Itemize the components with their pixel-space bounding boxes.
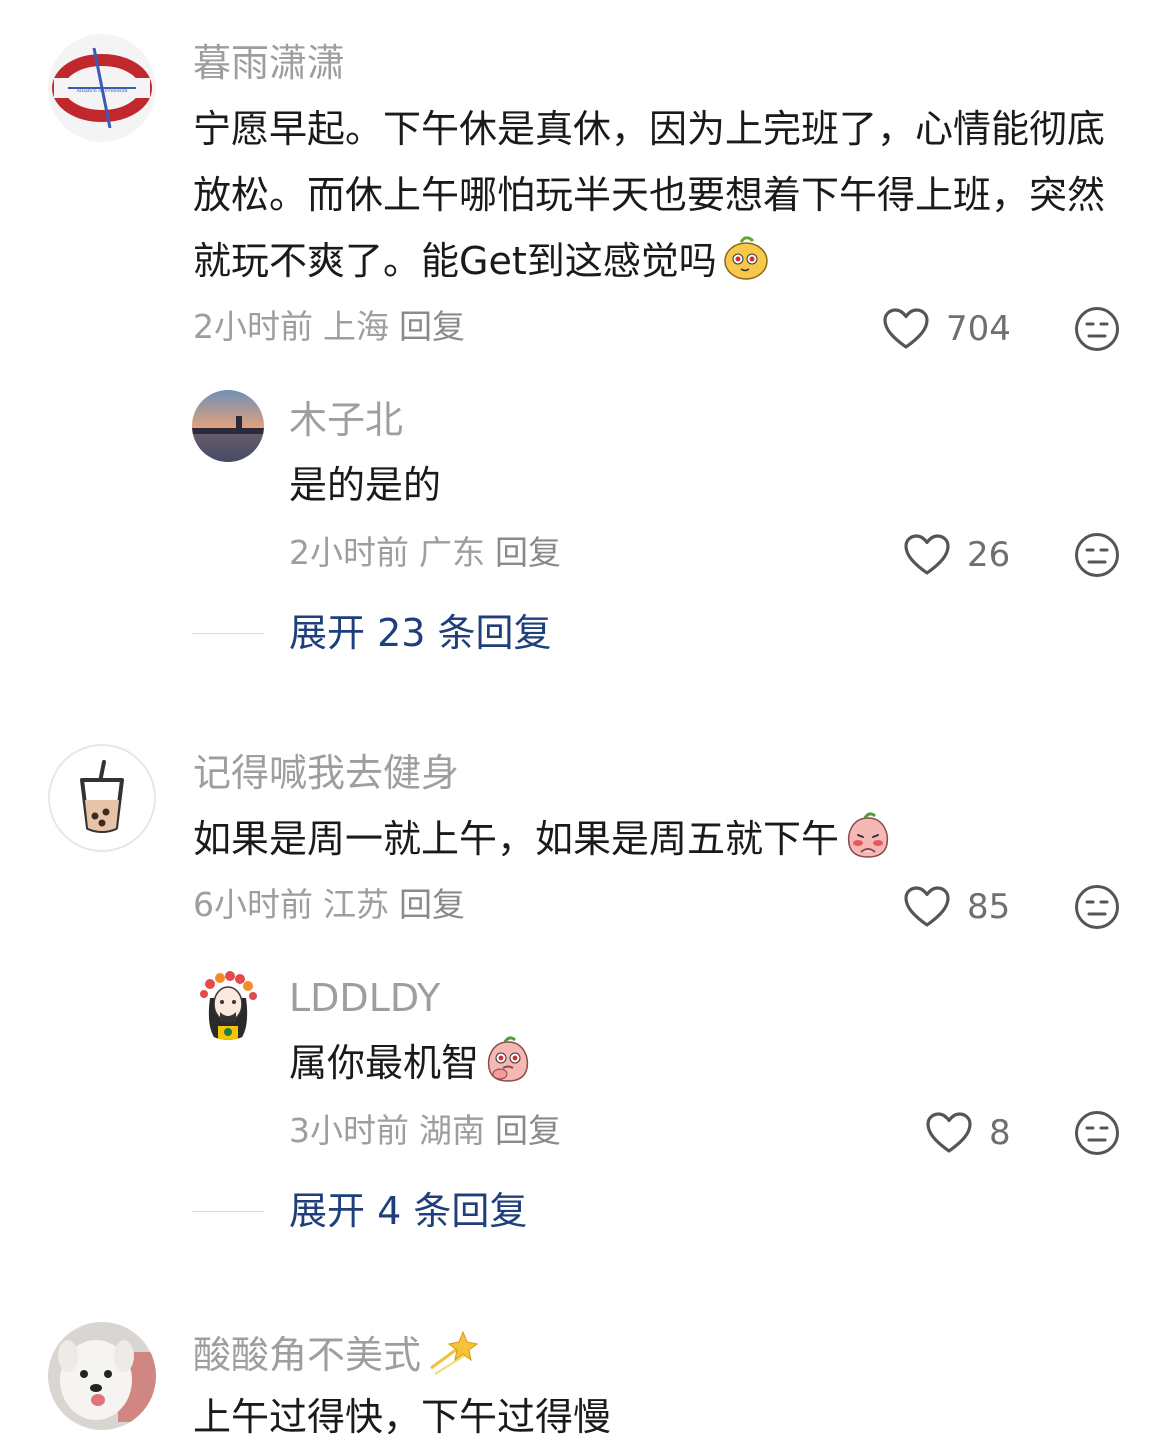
heart-icon: [883, 308, 929, 349]
dislike-face-icon[interactable]: [1074, 306, 1120, 352]
like-count: 8: [989, 1113, 1011, 1153]
reply-button[interactable]: 回复: [399, 885, 465, 924]
comment-text-body: 如果是周一就上午，如果是周五就下午: [193, 817, 840, 861]
sparkle-star-emoji-icon: [430, 1330, 479, 1375]
comment-time: 2小时前: [193, 307, 313, 346]
like-button[interactable]: 704: [882, 304, 1011, 354]
heart-icon: [926, 1112, 972, 1153]
dislike-face-icon[interactable]: [1074, 1110, 1120, 1156]
comment-username[interactable]: 记得喊我去健身: [193, 750, 459, 796]
flower-crown-cartoon-icon: [192, 968, 264, 1040]
reply-location: 广东: [419, 533, 485, 572]
comment-time: 6小时前: [193, 885, 313, 924]
avatar[interactable]: Alliance of Freedom: [48, 34, 156, 142]
svg-text:Alliance of Freedom: Alliance of Freedom: [75, 88, 127, 94]
avatar[interactable]: [48, 1322, 156, 1430]
heart-icon: [904, 886, 950, 927]
reply-text-body: 属你最机智: [289, 1041, 480, 1085]
reply-button[interactable]: 回复: [495, 1111, 561, 1150]
comment-text: 如果是周一就上午，如果是周五就下午: [193, 806, 1123, 872]
heart-icon: [904, 534, 950, 575]
reply-text: 属你最机智: [289, 1030, 533, 1096]
like-count: 85: [967, 887, 1011, 927]
reply-text: 是的是的: [289, 463, 442, 507]
pink-peach-thinking-emoji-icon: [487, 1036, 529, 1082]
comment-username[interactable]: 暮雨潇潇: [193, 40, 345, 86]
reply-location: 湖南: [419, 1111, 485, 1150]
yellow-cat-face-emoji-icon: [723, 236, 768, 280]
like-count: 704: [946, 309, 1011, 349]
comment-text: 上午过得快，下午过得慢: [193, 1395, 612, 1439]
dislike-face-icon[interactable]: [1074, 884, 1120, 930]
like-button[interactable]: 85: [903, 882, 1010, 932]
reply-meta: 2小时前 广东 回复: [289, 533, 571, 573]
expand-divider: [192, 1211, 264, 1212]
comment-username-text: 酸酸角不美式: [193, 1333, 422, 1377]
reply-username[interactable]: LDDLDY: [289, 975, 440, 1021]
comment-meta: 6小时前 江苏 回复: [193, 885, 475, 925]
reply-username[interactable]: 木子北: [289, 397, 403, 443]
comment-location: 上海: [323, 307, 389, 346]
comment-text: 宁愿早起。下午休是真休，因为上完班了，心情能彻底放松。而休上午哪怕玩半天也要想着…: [193, 96, 1123, 294]
comment-username[interactable]: 酸酸角不美式: [193, 1328, 481, 1378]
avatar[interactable]: [48, 744, 156, 852]
comment-meta: 2小时前 上海 回复: [193, 307, 475, 347]
avatar[interactable]: [192, 390, 264, 462]
like-count: 26: [967, 535, 1011, 575]
expand-divider: [192, 633, 264, 634]
comment-text-body: 宁愿早起。下午休是真休，因为上完班了，心情能彻底放松。而休上午哪怕玩半天也要想着…: [193, 107, 1106, 283]
white-dog-icon: [48, 1322, 156, 1430]
bubble-tea-icon: [48, 744, 156, 852]
red-white-emblem-icon: Alliance of Freedom: [48, 34, 156, 142]
like-button[interactable]: 26: [903, 530, 1010, 580]
like-button[interactable]: 8: [925, 1108, 1011, 1158]
reply-button[interactable]: 回复: [399, 307, 465, 346]
expand-replies-button[interactable]: 展开 23 条回复: [289, 610, 552, 656]
dislike-face-icon[interactable]: [1074, 532, 1120, 578]
sunset-lake-icon: [192, 390, 264, 462]
expand-replies-button[interactable]: 展开 4 条回复: [289, 1188, 527, 1234]
reply-meta: 3小时前 湖南 回复: [289, 1111, 571, 1151]
pink-peach-shy-emoji-icon: [847, 812, 889, 858]
reply-time: 2小时前: [289, 533, 409, 572]
reply-button[interactable]: 回复: [495, 533, 561, 572]
avatar[interactable]: [192, 968, 264, 1040]
reply-time: 3小时前: [289, 1111, 409, 1150]
comment-location: 江苏: [323, 885, 389, 924]
